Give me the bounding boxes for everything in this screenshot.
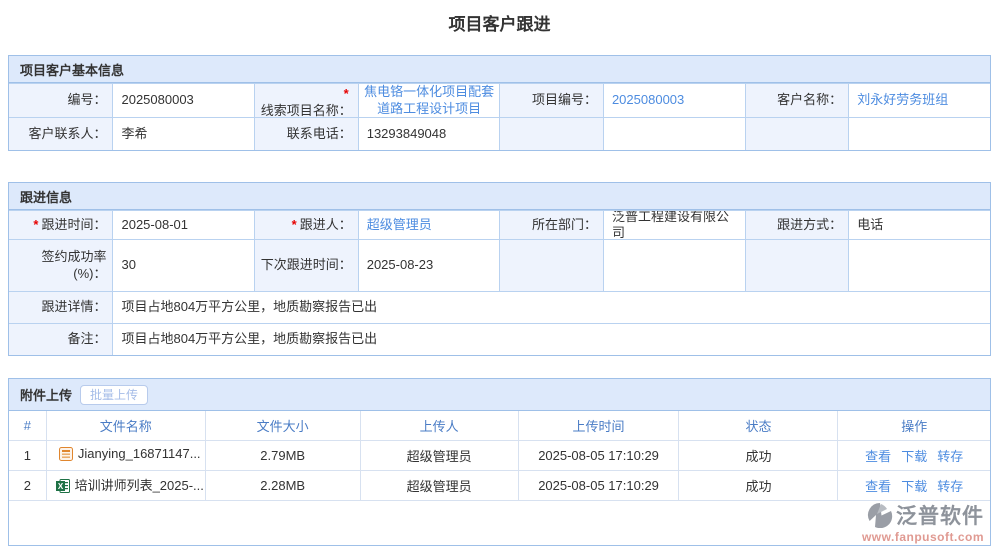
lead-project-link[interactable]: 焦电铬一体化项目配套道路工程设计项目 <box>357 84 500 117</box>
department-label: 所在部门： <box>499 211 603 239</box>
contact-label: 客户联系人： <box>9 118 113 150</box>
brand-url: www.fanpusoft.com <box>861 530 984 544</box>
lead-project-label-text: 线索项目名称： <box>260 102 352 117</box>
follow-info-row-4: 备注： 项目占地804万平方公里，地质勘察报告已出 <box>9 323 990 355</box>
attachments-table: # 文件名称 文件大小 上传人 上传时间 状态 操作 1 Jianying_16… <box>9 411 990 501</box>
follow-time-label: * 跟进时间： <box>9 211 113 239</box>
phone-label: 联系电话： <box>254 118 358 150</box>
follow-info-row-2: 签约成功率(%)： 30 下次跟进时间： 2025-08-23 <box>9 239 990 291</box>
required-asterisk: * <box>33 216 39 232</box>
batch-upload-button[interactable]: 批量上传 <box>80 384 149 405</box>
uploader: 超级管理员 <box>359 440 519 471</box>
department-value: 泛普工程建设有限公司 <box>602 211 745 239</box>
contact-value: 李希 <box>112 118 255 150</box>
excel-file-icon: X <box>55 478 70 496</box>
attachments-panel: 附件上传 批量上传 # 文件名称 文件大小 上传人 上传时间 状态 操作 1 J… <box>8 378 991 546</box>
follow-info-row-3: 跟进详情： 项目占地804万平方公里，地质勘察报告已出 <box>9 291 990 323</box>
basic-info-header: 项目客户基本信息 <box>9 56 990 83</box>
customer-name-link[interactable]: 刘永好劳务班组 <box>848 84 980 117</box>
follow-method-value: 电话 <box>848 211 980 239</box>
project-number-link[interactable]: 2025080003 <box>602 84 745 117</box>
col-header-actions: 操作 <box>837 411 990 441</box>
view-link[interactable]: 查看 <box>865 449 891 464</box>
lead-project-label: * 线索项目名称： <box>254 84 358 117</box>
attachments-header-title: 附件上传 <box>20 388 73 403</box>
download-link[interactable]: 下载 <box>901 479 927 494</box>
detail-label: 跟进详情： <box>9 292 113 323</box>
follow-method-label: 跟进方式： <box>744 211 849 239</box>
follow-time-value: 2025-08-01 <box>112 211 255 239</box>
number-label: 编号： <box>9 84 113 117</box>
col-header-file-size: 文件大小 <box>204 411 361 441</box>
status-badge: 成功 <box>678 470 838 501</box>
uploader: 超级管理员 <box>359 470 519 501</box>
col-header-status: 状态 <box>678 411 838 441</box>
empty-value-cell <box>848 118 980 150</box>
fanpu-logo-icon <box>867 502 893 530</box>
actions-cell: 查看 下载 转存 <box>837 440 990 471</box>
phone-value: 13293849048 <box>357 118 500 150</box>
actions-cell: 查看 下载 转存 <box>837 470 990 501</box>
success-rate-label: 签约成功率(%)： <box>9 240 113 291</box>
remark-value: 项目占地804万平方公里，地质勘察报告已出 <box>112 324 990 355</box>
empty-value-cell <box>848 240 980 291</box>
col-header-upload-time: 上传时间 <box>517 411 679 441</box>
row-index: 2 <box>9 470 47 501</box>
table-row: 1 Jianying_16871147... 2.79MB 超级管理员 2025… <box>9 440 990 471</box>
follow-info-header: 跟进信息 <box>9 183 990 210</box>
empty-label-cell <box>744 240 849 291</box>
attachments-table-header-row: # 文件名称 文件大小 上传人 上传时间 状态 操作 <box>9 411 990 441</box>
empty-label-cell <box>744 118 849 150</box>
project-number-label: 项目编号： <box>499 84 603 117</box>
page-title: 项目客户跟进 <box>448 15 551 34</box>
empty-value-cell <box>602 240 745 291</box>
doc-file-icon <box>58 447 73 464</box>
empty-label-cell <box>499 240 603 291</box>
required-asterisk: * <box>291 216 297 232</box>
detail-value: 项目占地804万平方公里，地质勘察报告已出 <box>112 292 990 323</box>
vendor-watermark: 泛普软件 www.fanpusoft.com <box>862 502 984 543</box>
follow-time-label-text: 跟进时间： <box>41 216 107 232</box>
empty-value-cell <box>602 118 745 150</box>
required-asterisk: * <box>343 86 349 101</box>
basic-info-row-1: 编号： 2025080003 * 线索项目名称： 焦电铬一体化项目配套道路工程设… <box>9 83 990 117</box>
upload-time: 2025-08-05 17:10:29 <box>517 440 679 471</box>
status-badge: 成功 <box>678 440 838 471</box>
transfer-link[interactable]: 转存 <box>937 449 963 464</box>
customer-name-label: 客户名称： <box>744 84 849 117</box>
file-size: 2.79MB <box>204 440 361 471</box>
follower-label: * 跟进人： <box>254 211 358 239</box>
col-header-file-name: 文件名称 <box>45 411 206 441</box>
view-link[interactable]: 查看 <box>865 479 891 494</box>
follower-label-text: 跟进人： <box>299 216 352 232</box>
success-rate-value: 30 <box>112 240 255 291</box>
col-header-uploader: 上传人 <box>359 411 519 441</box>
download-link[interactable]: 下载 <box>901 449 927 464</box>
next-follow-time-value: 2025-08-23 <box>357 240 500 291</box>
basic-info-row-2: 客户联系人： 李希 联系电话： 13293849048 <box>9 117 990 150</box>
col-header-index: # <box>9 411 47 441</box>
table-row: 2 X 培训讲师列表_2025-... 2.28MB 超级管理员 2025-08… <box>9 470 990 501</box>
remark-label: 备注： <box>9 324 113 355</box>
file-name: 培训讲师列表_2025-... <box>74 477 204 493</box>
file-size: 2.28MB <box>204 470 361 501</box>
transfer-link[interactable]: 转存 <box>937 479 963 494</box>
empty-label-cell <box>499 118 603 150</box>
next-follow-time-label: 下次跟进时间： <box>254 240 358 291</box>
brand-name: 泛普软件 <box>896 504 984 528</box>
number-value: 2025080003 <box>112 84 255 117</box>
follow-info-panel: 跟进信息 * 跟进时间： 2025-08-01 * 跟进人： 超级管理员 所在部… <box>8 182 991 356</box>
svg-text:X: X <box>57 482 63 491</box>
follower-link[interactable]: 超级管理员 <box>357 211 500 239</box>
file-name-cell: Jianying_16871147... <box>45 440 206 471</box>
basic-info-panel: 项目客户基本信息 编号： 2025080003 * 线索项目名称： 焦电铬一体化… <box>8 55 991 151</box>
file-name: Jianying_16871147... <box>77 446 201 461</box>
file-name-cell: X 培训讲师列表_2025-... <box>45 470 206 501</box>
follow-info-row-1: * 跟进时间： 2025-08-01 * 跟进人： 超级管理员 所在部门： 泛普… <box>9 210 990 239</box>
upload-time: 2025-08-05 17:10:29 <box>517 470 679 501</box>
attachments-header: 附件上传 批量上传 <box>9 379 990 411</box>
row-index: 1 <box>9 440 47 471</box>
